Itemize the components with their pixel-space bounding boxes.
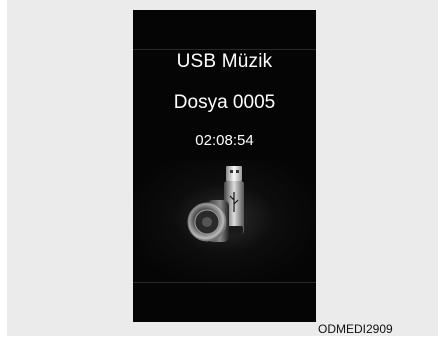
- figure-code: ODMEDI2909: [318, 322, 393, 336]
- media-display-screen: USB Müzik Dosya 0005 02:08:54: [133, 10, 316, 322]
- file-name: Dosya 0005: [173, 92, 276, 113]
- usb-speaker-icon: [185, 160, 265, 250]
- play-time: 02:08:54: [195, 132, 254, 149]
- source-title: USB Müzik: [176, 51, 273, 72]
- top-divider: [133, 49, 316, 50]
